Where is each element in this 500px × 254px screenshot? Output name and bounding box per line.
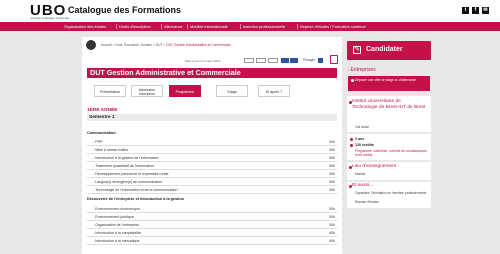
updated-date: Mise à jour le 4 mars 2019 (185, 59, 221, 63)
section-title: Communication (87, 131, 116, 135)
twitter-icon[interactable]: t (462, 7, 469, 14)
duration-value: 2 ans (355, 137, 365, 141)
year-heading: 1ÈRE ANNÉE (87, 108, 118, 113)
nav-divider (116, 24, 117, 29)
table-row: - PPP 30h (87, 139, 337, 146)
table-row: - Introduction à la mercatique 40h (87, 238, 337, 245)
course-hours: 40h (329, 156, 335, 160)
top-header: UBO université de Bretagne Occidentale C… (0, 0, 500, 22)
tab-stage[interactable]: Stage (216, 85, 248, 97)
entreprises-link[interactable]: Déposer une offre de stage ou d'alternan… (355, 78, 427, 82)
institute-name[interactable]: Institut Universitaire de Technologie de… (352, 99, 426, 111)
breadcrumb-current: DUT Gestion Administrative et Commercial… (166, 43, 231, 47)
course-label: - Traitement quantitatif de l'informatio… (93, 164, 155, 168)
share-button[interactable]: Partager (303, 58, 315, 62)
ects-value: 120 crédits (355, 143, 374, 147)
site-title[interactable]: Catalogue des Formations (68, 5, 181, 15)
nav-item-mobilite[interactable]: Mobilité internationale (190, 22, 228, 31)
clock-icon (350, 138, 353, 141)
course-hours: 30h (329, 188, 335, 192)
nav-item-organisation[interactable]: Organisation des études (64, 22, 106, 31)
nav-divider (240, 24, 241, 29)
course-label: - Introduction à la mercatique (93, 239, 140, 243)
course-label: - PPP (93, 140, 103, 144)
table-row: - Environnement économique 30h (87, 206, 337, 213)
logo-subtitle: université de Bretagne Occidentale (30, 17, 69, 20)
edit-icon: ✎ (353, 46, 361, 54)
nav-divider (187, 24, 188, 29)
candidater-label[interactable]: Candidater (366, 46, 403, 53)
nav-item-insertion[interactable]: Insertion professionnelle (243, 22, 285, 31)
font-size-icon[interactable] (256, 58, 266, 63)
breadcrumb: Accueil > Droit, Économie, Gestion > DUT… (101, 43, 231, 47)
tab-admission[interactable]: Admission Inscription (131, 85, 163, 97)
entreprises-label: Entreprises (350, 67, 376, 73)
semester-bar[interactable] (87, 114, 337, 121)
breadcrumb-path[interactable]: Accueil > Droit, Économie, Gestion > DUT… (101, 43, 166, 47)
date-box (244, 58, 254, 63)
course-label: - Mise à niveau maths (93, 148, 129, 152)
course-label: - Introduction à la comptabilité (93, 231, 141, 235)
course-label: - Technologie de l'information et de la … (93, 188, 178, 192)
section-title: Découverte de l'entreprise et introducti… (87, 197, 185, 201)
course-hours: 30h (329, 140, 335, 144)
facebook-share-icon[interactable] (281, 58, 289, 63)
tab-et-apres[interactable]: Et après ? (258, 85, 290, 97)
facebook-icon[interactable]: f (472, 7, 479, 14)
course-hours: 40h (329, 180, 335, 184)
table-row: - Langue(s) étrangère(s) de communicatio… (87, 179, 337, 186)
table-row: - Technologie de l'information et de la … (87, 187, 337, 194)
print-icon[interactable] (330, 55, 338, 64)
share-icon[interactable] (318, 58, 323, 63)
course-hours: 30h (329, 172, 335, 176)
table-row: - Environnement juridique 30h (87, 214, 337, 221)
ubo-logo[interactable]: UBO (30, 3, 66, 18)
table-row: - Introduction à la gestion de l'informa… (87, 155, 337, 162)
bullet-icon (351, 79, 354, 82)
et-aussi-heading: Et aussi... (352, 183, 374, 188)
course-hours: 40h (329, 239, 335, 243)
nav-item-alternance[interactable]: Alternance (164, 22, 183, 31)
table-row: - Introduction à la comptabilité 40h (87, 230, 337, 237)
course-hours: 30h (329, 215, 335, 219)
semester-heading: Semestre 1 (89, 115, 115, 120)
table-row: - Développement personnel et expression … (87, 171, 337, 178)
lieu-heading: Lieu d'enseignement (352, 164, 397, 169)
table-row: - Traitement quantitatif de l'informatio… (87, 163, 337, 170)
et-aussi-link-2[interactable]: Reprise d'études (355, 200, 379, 204)
institute-link[interactable]: Voir aussi (355, 125, 369, 129)
twitter-share-icon[interactable] (290, 58, 298, 63)
font-size-icon[interactable] (268, 58, 278, 63)
ects-note[interactable]: Programme, calendrier, contrôle de conna… (355, 149, 427, 157)
table-row: - Organisation de l'entreprise 30h (87, 222, 337, 229)
lieu-value: Morlaix (355, 172, 366, 176)
course-label: - Environnement économique (93, 207, 140, 211)
entreprises-heading[interactable]: › Entreprises (348, 67, 376, 73)
tab-presentation[interactable]: Présentation (94, 85, 126, 97)
nav-item-reprise[interactable]: Reprise d'études / Formation continue (300, 22, 366, 31)
course-hours: 40h (329, 231, 335, 235)
nav-item-droits[interactable]: Droits d'inscription (119, 22, 151, 31)
ects-icon (350, 144, 353, 147)
course-hours: 30h (329, 223, 335, 227)
course-label: - Introduction à la gestion de l'informa… (93, 156, 159, 160)
email-icon[interactable]: ✉ (482, 7, 489, 14)
course-label: - Organisation de l'entreprise (93, 223, 140, 227)
nav-divider (297, 24, 298, 29)
course-label: - Environnement juridique (93, 215, 134, 219)
course-hours: 40h (329, 164, 335, 168)
tab-programme[interactable]: Programme (169, 85, 201, 97)
main-nav: Organisation des études Droits d'inscrip… (0, 22, 500, 31)
table-row: - Mise à niveau maths 30h (87, 147, 337, 154)
et-aussi-link-1[interactable]: Capacités: Orientation de Insertion prof… (355, 191, 427, 195)
course-label: - Développement personnel et expression … (93, 172, 169, 176)
nav-divider (161, 24, 162, 29)
course-hours: 30h (329, 207, 335, 211)
page-title: DUT Gestion Administrative et Commercial… (90, 68, 241, 77)
home-icon[interactable] (86, 40, 96, 50)
course-label: - Langue(s) étrangère(s) de communicatio… (93, 180, 163, 184)
course-hours: 30h (329, 148, 335, 152)
